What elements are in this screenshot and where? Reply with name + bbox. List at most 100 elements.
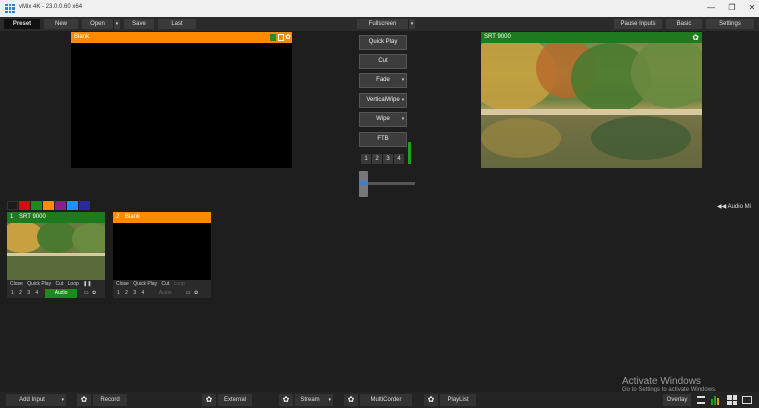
fullscreen-view-icon[interactable]	[742, 396, 752, 404]
save-button[interactable]: Save	[124, 19, 154, 29]
stream-button[interactable]: Stream ▾	[295, 394, 333, 406]
record-settings-gear-icon[interactable]: ✿	[77, 394, 91, 406]
external-button[interactable]: External	[218, 394, 252, 406]
pause-inputs-button[interactable]: Pause Inputs	[614, 19, 662, 29]
input-1-audio-button[interactable]: Audio	[44, 289, 78, 298]
input-1-num-4[interactable]: 4	[36, 290, 39, 296]
input-2-num-4[interactable]: 4	[142, 290, 145, 296]
transition-number-2[interactable]: 2	[372, 154, 382, 164]
close-window-button[interactable]: ✕	[745, 3, 759, 12]
input-1-monitor-icon[interactable]: ▭	[84, 290, 89, 296]
ftb-button[interactable]: FTB	[359, 132, 407, 147]
minimize-button[interactable]: —	[704, 3, 718, 12]
transition-number-1[interactable]: 1	[361, 154, 371, 164]
quick-play-button[interactable]: Quick Play	[359, 35, 407, 50]
t-bar-track	[361, 182, 415, 185]
wipe-dropdown-icon[interactable]: ▾	[399, 112, 407, 127]
add-input-dropdown-icon[interactable]: ▾	[61, 394, 64, 406]
transition-number-4[interactable]: 4	[394, 154, 404, 164]
input-1-lake-thumbnail-image	[7, 223, 105, 280]
restore-button[interactable]: ❐	[725, 3, 739, 12]
multiview-icon[interactable]	[727, 395, 737, 405]
color-swatch-red[interactable]	[19, 201, 30, 210]
input-2-title: Blank	[125, 214, 141, 220]
input-2-thumbnail[interactable]	[113, 223, 211, 280]
preset-button[interactable]: Preset	[4, 19, 40, 29]
fullscreen-dropdown-icon[interactable]: ▾	[408, 19, 415, 29]
input-2-header: 2 Blank	[113, 212, 211, 223]
input-1-number-row: 1 2 3 4 Audio ▭ ✿	[7, 289, 105, 298]
input-2-monitor-icon[interactable]: ▭	[186, 290, 191, 296]
input-2-audio-button[interactable]: Audio	[151, 289, 180, 298]
external-settings-gear-icon[interactable]: ✿	[202, 394, 216, 406]
output-title: SRT 9000	[484, 34, 511, 40]
preview-screen[interactable]	[71, 43, 292, 168]
input-1-num-3[interactable]: 3	[27, 290, 30, 296]
color-swatch-green[interactable]	[31, 201, 42, 210]
color-swatch-empty[interactable]	[7, 201, 18, 210]
input-2-num-3[interactable]: 3	[133, 290, 136, 296]
playlist-button[interactable]: PlayList	[440, 394, 476, 406]
color-swatch-blue[interactable]	[67, 201, 78, 210]
input-1-loop-button[interactable]: Loop	[68, 281, 79, 287]
input-1-quick-play-button[interactable]: Quick Play	[27, 281, 51, 287]
fullscreen-label: Fullscreen	[368, 21, 397, 27]
vertical-wipe-dropdown-icon[interactable]: ▾	[399, 93, 407, 108]
settings-button[interactable]: Settings	[706, 19, 754, 29]
input-1-num-2[interactable]: 2	[19, 290, 22, 296]
input-2-loop-button[interactable]: Loop	[174, 281, 185, 287]
wipe-label: Wipe	[376, 116, 390, 122]
record-button[interactable]: Record	[93, 394, 127, 406]
stream-settings-gear-icon[interactable]: ✿	[279, 394, 293, 406]
window-title: vMix 4K - 23.0.0.60 x64	[19, 4, 83, 10]
input-tile-2[interactable]: 2 Blank Close Quick Play Cut Loop 1 2 3 …	[113, 212, 211, 298]
open-dropdown-icon[interactable]: ▾	[113, 19, 120, 29]
color-swatch-orange[interactable]	[43, 201, 54, 210]
audio-mixer-toggle[interactable]: ◀◀ Audio Mi	[717, 203, 751, 210]
open-button[interactable]: Open ▾	[82, 19, 120, 29]
fade-dropdown-icon[interactable]: ▾	[399, 73, 407, 88]
color-swatch-purple[interactable]	[55, 201, 66, 210]
vertical-wipe-label: VerticalWipe	[366, 97, 400, 103]
input-tile-1[interactable]: 1 SRT 9000 Close Quick Play Cut Loop ❚❚ …	[7, 212, 105, 298]
t-bar-handle[interactable]	[359, 171, 368, 197]
input-2-cut-button[interactable]: Cut	[161, 281, 169, 287]
audio-meter-icon[interactable]	[711, 395, 721, 405]
new-button[interactable]: New	[44, 19, 78, 29]
color-swatch-navy[interactable]	[79, 201, 90, 210]
window-icon[interactable]	[278, 34, 284, 41]
output-settings-gear-icon[interactable]: ✿	[692, 32, 699, 43]
output-video-frame[interactable]	[481, 43, 702, 168]
overlay-button[interactable]: Overlay	[663, 394, 691, 406]
input-2-num-1[interactable]: 1	[117, 290, 120, 296]
input-1-cut-button[interactable]: Cut	[55, 281, 63, 287]
preview-settings-gear-icon[interactable]: ✿	[285, 32, 291, 43]
audio-mixer-icon: ◀◀	[717, 204, 727, 210]
input-1-num-1[interactable]: 1	[11, 290, 14, 296]
fullscreen-button[interactable]: Fullscreen ▾	[357, 19, 415, 29]
input-1-settings-gear-icon[interactable]: ✿	[92, 290, 96, 296]
basic-button[interactable]: Basic	[666, 19, 702, 29]
input-2-quick-play-button[interactable]: Quick Play	[133, 281, 157, 287]
input-2-close-button[interactable]: Close	[116, 281, 129, 287]
input-1-close-button[interactable]: Close	[10, 281, 23, 287]
input-2-settings-gear-icon[interactable]: ✿	[194, 290, 198, 296]
title-bar: vMix 4K - 23.0.0.60 x64 — ❐ ✕	[0, 0, 759, 17]
cut-button[interactable]: Cut	[359, 54, 407, 69]
stream-dropdown-icon[interactable]: ▾	[328, 394, 331, 406]
input-1-thumbnail[interactable]	[7, 223, 105, 280]
list-view-icon[interactable]	[697, 396, 705, 404]
input-2-num-2[interactable]: 2	[125, 290, 128, 296]
input-2-number-row: 1 2 3 4 Audio ▭ ✿	[113, 289, 211, 298]
transition-number-3[interactable]: 3	[383, 154, 393, 164]
multicorder-button[interactable]: MultiCorder	[360, 394, 412, 406]
output-panel: SRT 9000 ✿	[481, 32, 702, 168]
add-input-button[interactable]: Add Input ▾	[6, 394, 66, 406]
last-button[interactable]: Last	[158, 19, 196, 29]
stream-label: Stream	[300, 397, 320, 403]
playlist-settings-gear-icon[interactable]: ✿	[424, 394, 438, 406]
multicorder-settings-gear-icon[interactable]: ✿	[344, 394, 358, 406]
green-toggle-icon[interactable]	[270, 34, 276, 41]
input-1-pause-icon[interactable]: ❚❚	[83, 281, 91, 287]
fade-label: Fade	[376, 77, 390, 83]
